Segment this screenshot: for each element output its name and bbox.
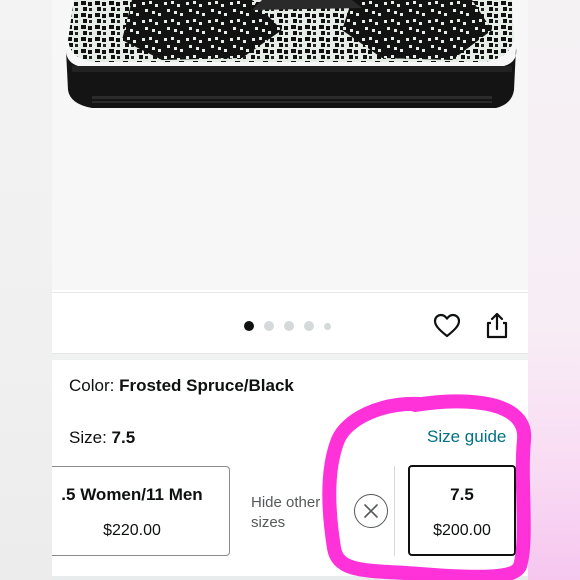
hide-other-sizes-link[interactable]: Hide other sizes [251,493,341,533]
color-value: Frosted Spruce/Black [119,376,294,395]
size-option-title: .5 Women/11 Men [61,485,203,504]
carousel-dot[interactable] [284,321,294,331]
color-label: Color: [69,376,115,395]
heart-icon[interactable] [432,311,462,341]
product-image[interactable] [52,0,528,290]
vertical-divider [394,466,395,556]
size-option-price: $200.00 [433,522,491,539]
sneaker-image [66,0,517,108]
color-selection: Color: Frosted Spruce/Black [69,376,294,396]
carousel-dot[interactable] [264,321,274,331]
image-carousel-controls [52,292,528,354]
product-detail-screen: Color: Frosted Spruce/Black Size: 7.5 Si… [52,0,528,580]
size-selection: Size: 7.5 [69,428,135,448]
size-option-title: 7.5 [450,485,474,504]
size-option[interactable]: .5 Women/11 Men $220.00 [52,466,230,556]
right-gutter [528,0,580,580]
carousel-dots [244,321,331,331]
size-label: Size: [69,428,107,447]
section-divider [52,354,528,360]
close-icon[interactable] [354,494,388,528]
bottom-divider [52,576,528,580]
carousel-dot[interactable] [244,321,254,331]
left-gutter [0,0,52,580]
carousel-dot[interactable] [324,322,331,330]
size-option-selected[interactable]: 7.5 $200.00 [408,465,516,556]
share-icon[interactable] [482,311,512,341]
size-guide-link[interactable]: Size guide [427,427,506,447]
size-value: 7.5 [111,428,136,447]
carousel-dot[interactable] [304,321,314,331]
size-option-price: $220.00 [103,522,161,539]
